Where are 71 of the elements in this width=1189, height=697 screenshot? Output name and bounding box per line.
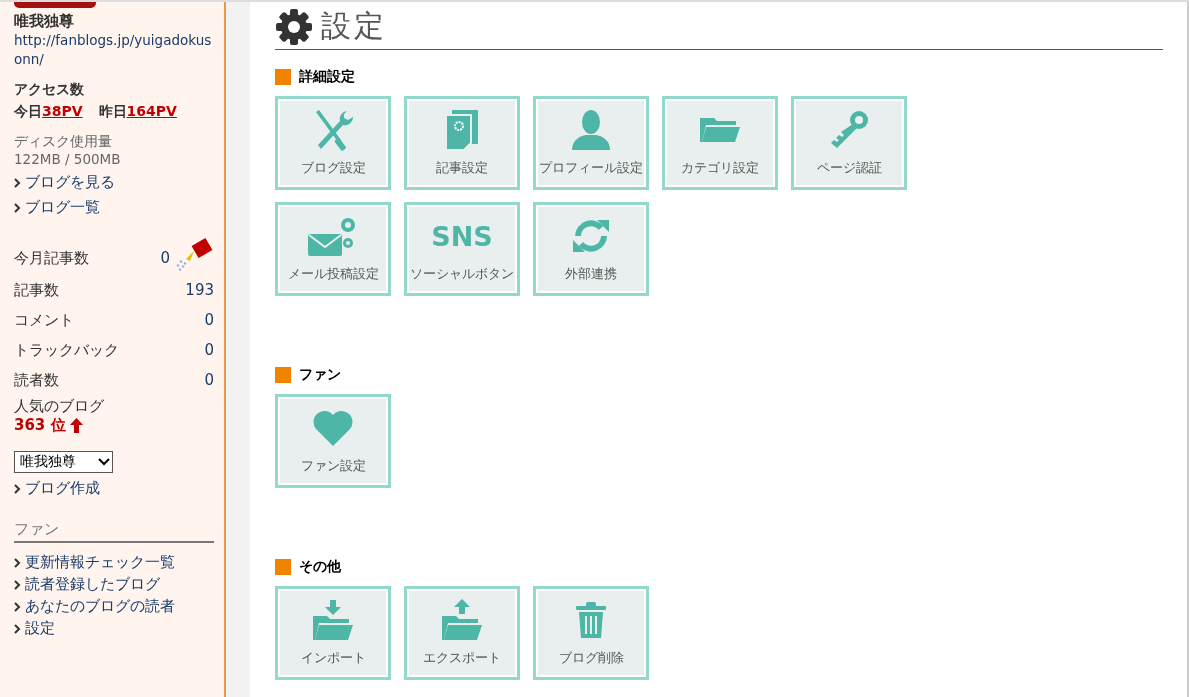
stat-label: コメント xyxy=(14,310,74,330)
yesterday-pv-link[interactable]: 164PV xyxy=(126,103,177,119)
stat-label: 今月記事数 xyxy=(14,248,89,268)
settings-tile[interactable]: ブログ削除 xyxy=(533,586,649,680)
settings-tile[interactable]: エクスポート xyxy=(404,586,520,680)
person-icon xyxy=(572,110,610,150)
stat-label: 読者数 xyxy=(14,370,59,390)
stat-label: 記事数 xyxy=(14,280,59,300)
access-yesterday-label: 昨日 xyxy=(98,103,127,119)
stat-value: 0 xyxy=(160,249,170,267)
settings-tile[interactable]: インポート xyxy=(275,586,391,680)
disk-usage-value: 122MB / 500MB xyxy=(14,151,122,167)
chevron-icon xyxy=(14,177,21,188)
up-arrow-icon xyxy=(69,418,83,433)
square-marker xyxy=(275,367,291,383)
blog-select[interactable]: 唯我独尊 xyxy=(14,451,113,473)
sidebar-link[interactable]: あなたのブログの読者 xyxy=(25,597,175,616)
stat-label: トラックバック xyxy=(14,340,119,360)
stat-value: 193 xyxy=(185,281,214,299)
blog-url-link[interactable]: http://fanblogs.jp/yuigadokusonn/ xyxy=(14,31,214,69)
fan-heading: ファン xyxy=(14,520,214,543)
sidebar-link[interactable]: ブログ作成 xyxy=(25,479,100,498)
today-pv-link[interactable]: 38PV xyxy=(42,103,83,119)
chevron-icon xyxy=(14,557,21,568)
settings-tile[interactable]: プロフィール設定 xyxy=(533,96,649,190)
square-marker xyxy=(275,69,291,85)
folder-down-arrow-icon xyxy=(311,598,355,642)
sidebar-link[interactable]: ブログ一覧 xyxy=(25,198,100,217)
blog-name: 唯我独尊 xyxy=(14,12,75,31)
page-title: 設定 xyxy=(321,7,387,45)
tools-icon xyxy=(313,109,353,151)
settings-tile[interactable]: ページ認証 xyxy=(791,96,907,190)
document-icon xyxy=(446,110,478,150)
stat-value: 0 xyxy=(204,371,214,389)
caret-icon xyxy=(98,458,110,466)
sidebar-link[interactable]: ブログを見る xyxy=(25,173,115,192)
stat-value: 0 xyxy=(204,311,214,329)
heart-icon xyxy=(312,410,354,446)
chevron-icon xyxy=(14,483,21,494)
settings-tile[interactable]: ファン設定 xyxy=(275,394,391,488)
stat-value: 0 xyxy=(204,341,214,359)
access-title: アクセス数 xyxy=(14,81,85,99)
key-icon xyxy=(829,110,869,150)
chevron-icon xyxy=(14,202,21,213)
chevron-icon xyxy=(14,601,21,612)
sidebar-link[interactable]: 設定 xyxy=(25,619,55,638)
sidebar-link[interactable]: 読者登録したブログ xyxy=(25,575,160,594)
chevron-icon xyxy=(14,623,21,634)
folder-icon xyxy=(698,117,742,143)
section-heading: その他 xyxy=(299,558,341,576)
settings-tile[interactable]: メール投稿設定 xyxy=(275,202,391,296)
section-heading: ファン xyxy=(299,366,341,384)
access-today-label: 今日 xyxy=(14,103,42,119)
folder-up-arrow-icon xyxy=(440,598,484,642)
settings-tile[interactable]: ブログ設定 xyxy=(275,96,391,190)
watering-can-icon xyxy=(174,237,214,271)
trash-icon xyxy=(576,602,606,638)
mail-gear-icon xyxy=(308,216,358,256)
section-heading: 詳細設定 xyxy=(299,68,355,86)
settings-tile[interactable]: 外部連携 xyxy=(533,202,649,296)
ranking-value: 363 位 xyxy=(14,416,66,435)
settings-icon xyxy=(275,7,313,46)
sidebar-link[interactable]: 更新情報チェック一覧 xyxy=(25,553,175,572)
sns-label: SNS xyxy=(431,220,493,252)
settings-tile[interactable]: 記事設定 xyxy=(404,96,520,190)
chevron-icon xyxy=(14,579,21,590)
square-marker xyxy=(275,559,291,575)
disk-usage-label: ディスク使用量 xyxy=(14,133,113,151)
ranking-label: 人気のブログ xyxy=(14,397,105,416)
settings-tile[interactable]: カテゴリ設定 xyxy=(662,96,778,190)
settings-tile[interactable]: SNS ソーシャルボタン xyxy=(404,202,520,296)
